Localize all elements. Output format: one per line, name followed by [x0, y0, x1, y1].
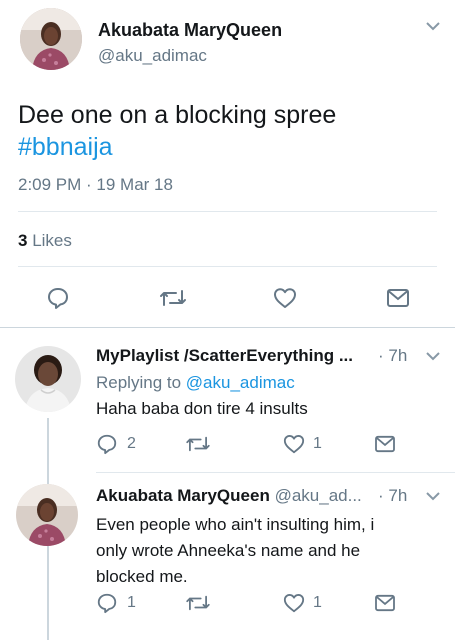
divider	[18, 211, 437, 212]
reply-text: Haha baba don tire 4 insults	[96, 399, 308, 418]
reply-text: Even people who ain't insulting him, i o…	[96, 512, 374, 590]
retweet-icon[interactable]	[159, 288, 187, 308]
replying-to: Replying to @aku_adimac	[96, 373, 295, 393]
direct-message-icon[interactable]	[386, 288, 410, 308]
like-count: 1	[313, 435, 322, 452]
like-count: 1	[313, 594, 322, 611]
direct-message-icon[interactable]	[374, 435, 396, 453]
like-icon[interactable]	[272, 286, 298, 310]
retweet-icon[interactable]	[185, 594, 211, 612]
reply-author-name[interactable]: MyPlaylist /ScatterEverything ...	[96, 346, 353, 366]
reply-header: Akuabata MaryQueen @aku_ad...	[96, 486, 362, 506]
reply-icon[interactable]	[46, 286, 70, 310]
tweet-body: Dee one on a blocking spree	[18, 101, 337, 129]
divider	[96, 472, 455, 473]
tweet-text: Dee one on a blocking spree #bbnaija	[18, 99, 336, 163]
divider	[0, 327, 455, 328]
retweet-icon[interactable]	[185, 435, 211, 453]
author-avatar[interactable]	[20, 8, 82, 70]
reply-text-line: only wrote Ahneeka's name and he	[96, 541, 361, 560]
chevron-down-icon[interactable]	[425, 490, 441, 502]
replying-to-label: Replying to	[96, 373, 182, 392]
reply-text-line: blocked me.	[96, 567, 188, 586]
chevron-down-icon[interactable]	[425, 20, 441, 32]
reply-count: 1	[127, 594, 136, 611]
reply-avatar[interactable]	[16, 484, 78, 546]
likes-stat[interactable]: 3 Likes	[18, 231, 72, 251]
hashtag-link[interactable]: #bbnaija	[18, 131, 336, 163]
reply-avatar[interactable]	[15, 346, 81, 412]
direct-message-icon[interactable]	[374, 594, 396, 612]
reply-icon[interactable]	[96, 433, 118, 455]
reply-time[interactable]: · 7h	[378, 486, 407, 506]
reply-count: 2	[127, 435, 136, 452]
likes-count: 3	[18, 231, 28, 250]
tweet-timestamp[interactable]: 2:09 PM · 19 Mar 18	[18, 175, 173, 195]
reply-author-name[interactable]: Akuabata MaryQueen	[96, 486, 270, 505]
chevron-down-icon[interactable]	[425, 350, 441, 362]
reply-author-handle[interactable]: @aku_ad...	[275, 486, 362, 505]
likes-label: Likes	[32, 231, 72, 250]
like-icon[interactable]	[282, 592, 306, 614]
like-icon[interactable]	[282, 433, 306, 455]
replying-to-handle[interactable]: @aku_adimac	[186, 373, 295, 392]
reply-text-line: Even people who ain't insulting him, i	[96, 515, 375, 534]
reply-time[interactable]: · 7h	[378, 346, 407, 366]
author-name[interactable]: Akuabata MaryQueen	[98, 20, 282, 41]
divider	[18, 266, 437, 267]
reply-icon[interactable]	[96, 592, 118, 614]
author-handle[interactable]: @aku_adimac	[98, 46, 207, 66]
